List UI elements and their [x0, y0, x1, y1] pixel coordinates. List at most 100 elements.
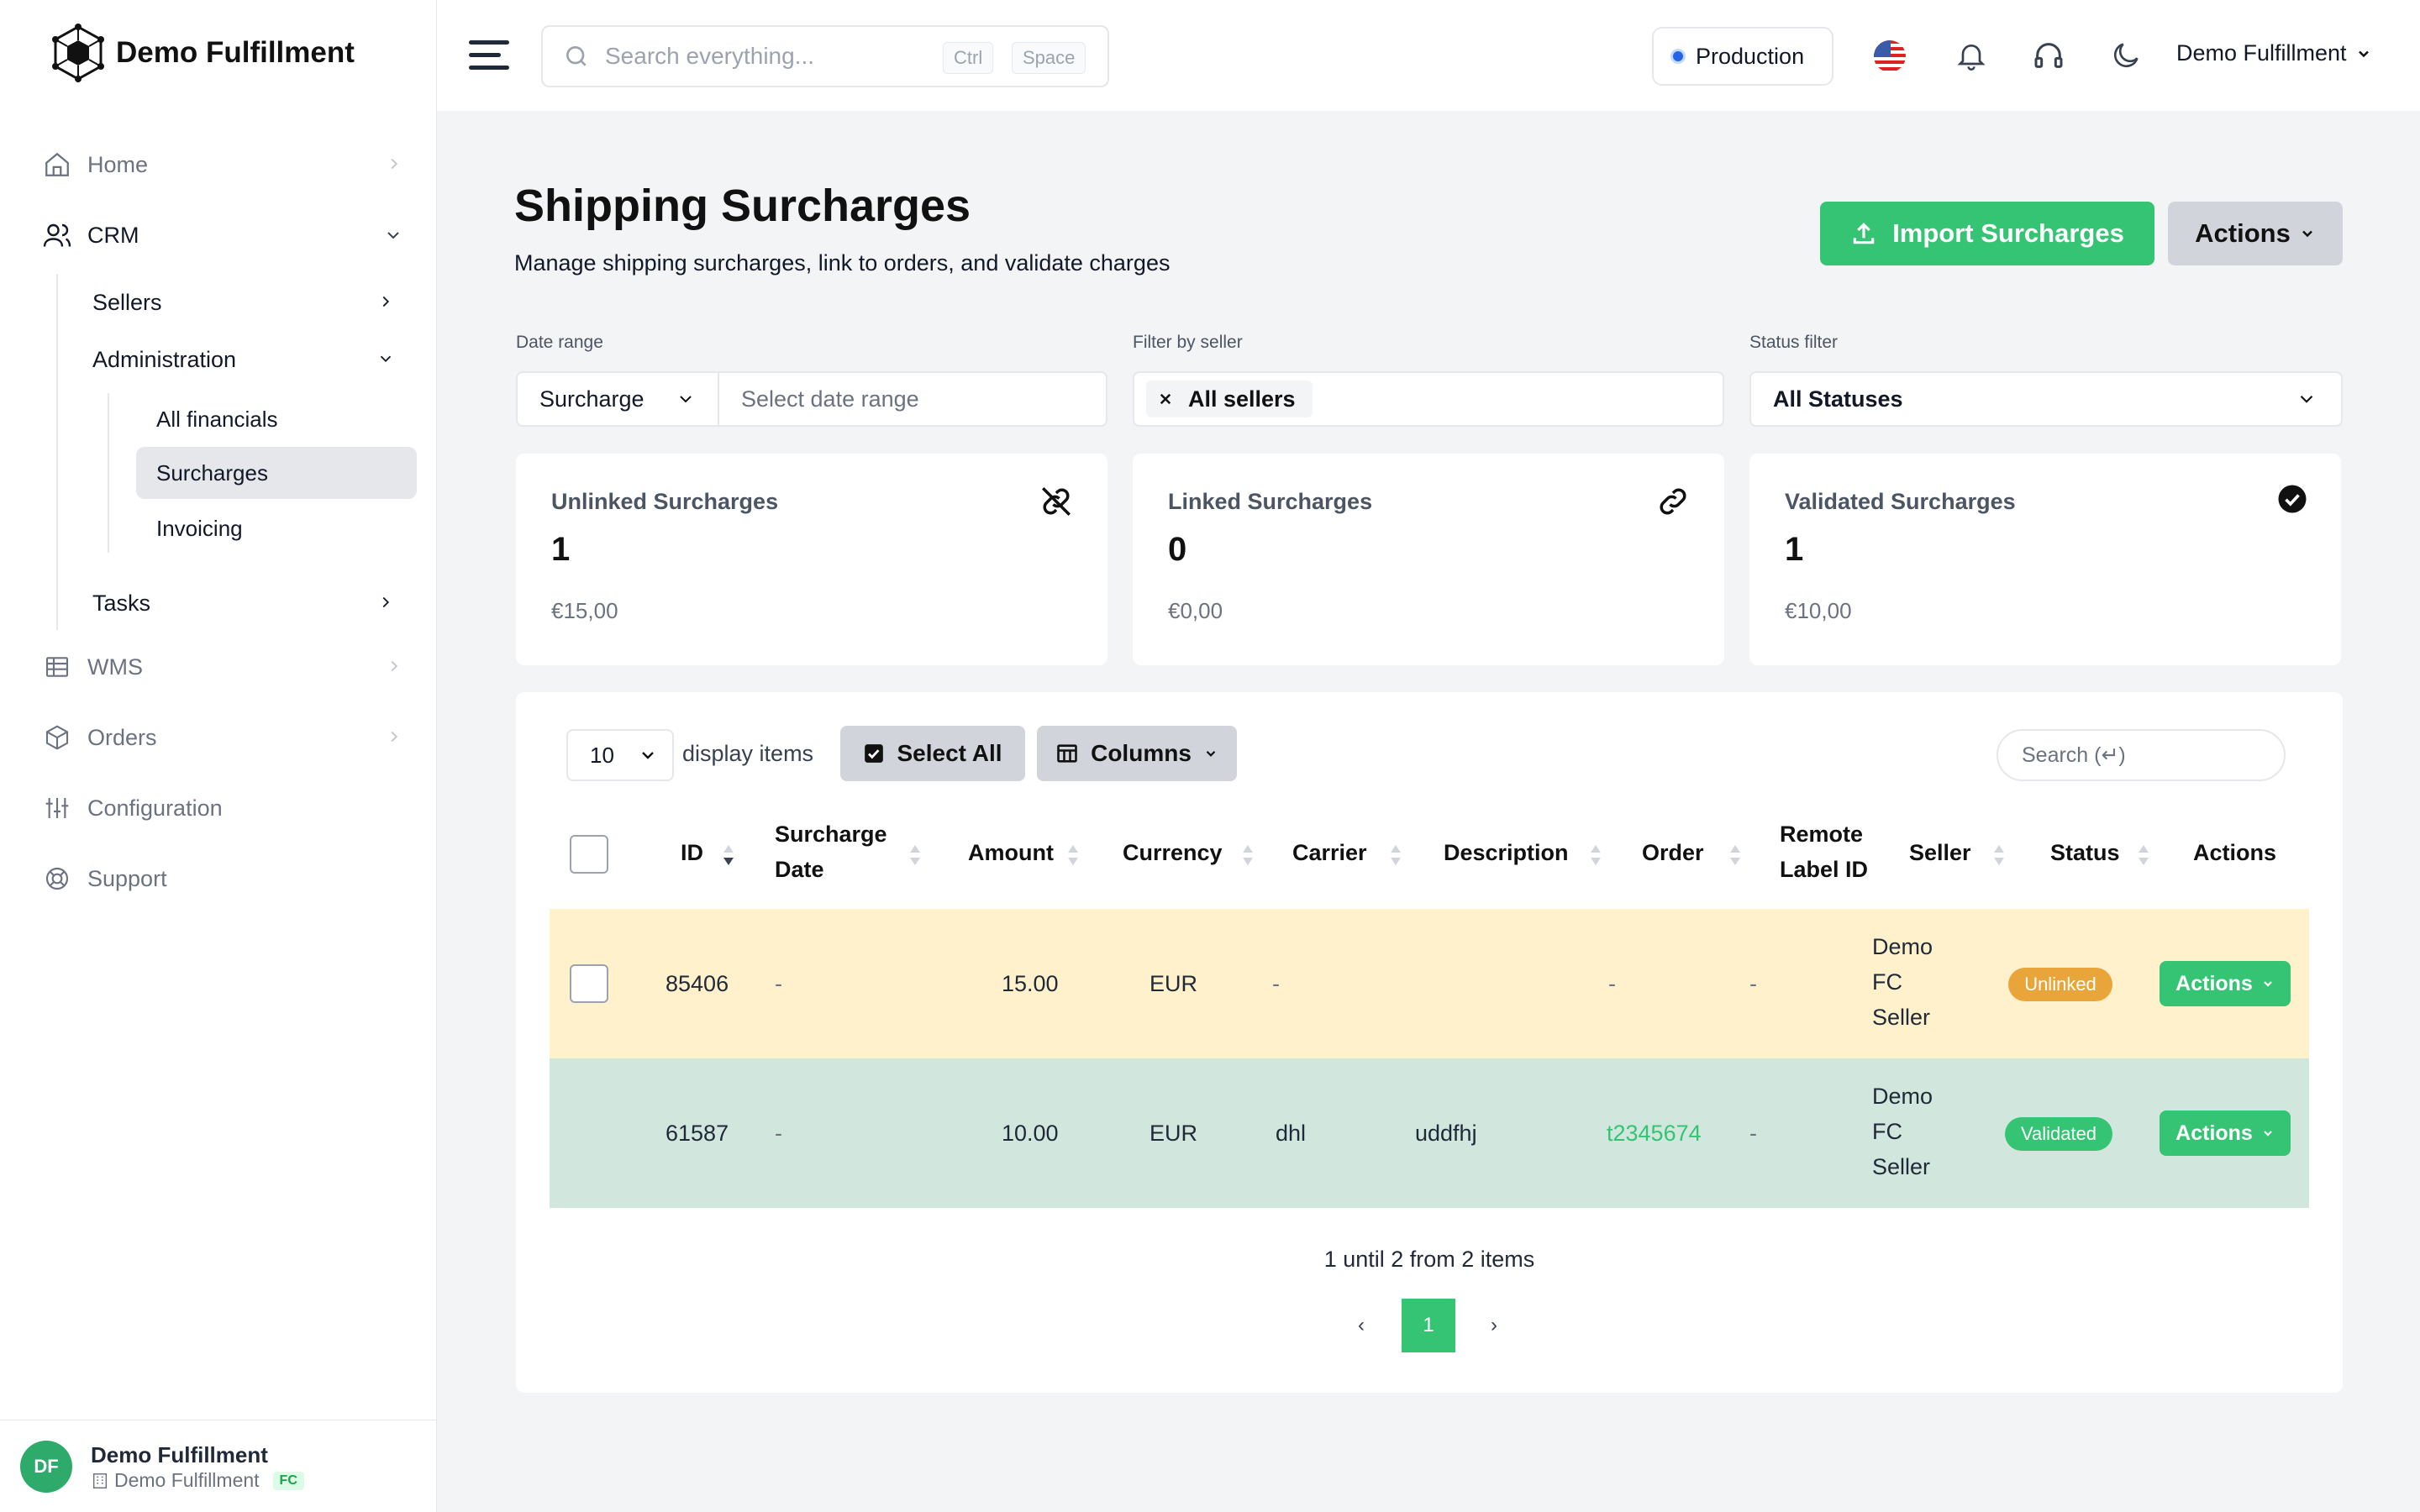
- sidebar-item-label: Tasks: [92, 590, 151, 616]
- profile-org: Demo Fulfillment FC: [91, 1469, 304, 1492]
- profile-name: Demo Fulfillment: [91, 1442, 268, 1467]
- date-type-select[interactable]: Surcharge: [518, 373, 719, 425]
- menu-toggle-button[interactable]: [469, 37, 511, 74]
- sort-icon[interactable]: [1067, 843, 1079, 867]
- seller-line: Demo: [1872, 1084, 1933, 1109]
- seller-filter[interactable]: All sellers: [1133, 371, 1724, 427]
- sidebar-item-crm[interactable]: CRM: [42, 210, 403, 260]
- column-header-amount[interactable]: Amount: [968, 835, 1054, 870]
- row-actions-button[interactable]: Actions: [2160, 1110, 2291, 1156]
- table-search-placeholder: Search (↵): [2022, 743, 2126, 767]
- column-header-status[interactable]: Status: [2050, 835, 2120, 870]
- checkbox-checked-icon: [863, 743, 885, 764]
- column-header-carrier[interactable]: Carrier: [1292, 835, 1367, 870]
- search-icon: [563, 43, 590, 70]
- page-size-select[interactable]: 10: [566, 729, 674, 781]
- import-label: Import Surcharges: [1892, 218, 2124, 248]
- sidebar-item-tasks[interactable]: Tasks: [92, 580, 412, 627]
- environment-label: Production: [1696, 43, 1805, 69]
- table-search-input[interactable]: Search (↵): [1996, 729, 2286, 781]
- sidebar-item-label: CRM: [87, 222, 139, 248]
- header-line: Label ID: [1780, 857, 1869, 882]
- cell-date: -: [775, 1121, 782, 1146]
- cell-currency: EUR: [1150, 1121, 1198, 1146]
- header-line: Date: [775, 857, 824, 882]
- chevron-down-icon: [2261, 977, 2275, 990]
- sort-icon[interactable]: [1390, 843, 1402, 867]
- column-header-id[interactable]: ID: [681, 835, 703, 870]
- seller-filter-label: Filter by seller: [1133, 333, 1243, 352]
- sidebar-item-label: Configuration: [87, 795, 223, 821]
- column-header-surcharge-date[interactable]: Surcharge Date: [775, 816, 887, 887]
- column-header-order[interactable]: Order: [1642, 835, 1704, 870]
- app-name: Demo Fulfillment: [116, 36, 355, 69]
- date-range-filter: Surcharge Select date range: [516, 371, 1107, 427]
- actions-label: Actions: [2195, 218, 2291, 248]
- sort-icon[interactable]: [1993, 843, 2005, 867]
- chevron-down-icon: [376, 349, 395, 368]
- row-actions-button[interactable]: Actions: [2160, 961, 2291, 1006]
- notifications-button[interactable]: [1954, 39, 1988, 72]
- sort-icon[interactable]: [1242, 843, 1254, 867]
- card-count: 1: [551, 531, 571, 568]
- row-checkbox[interactable]: [570, 964, 608, 1003]
- sidebar-item-sellers[interactable]: Sellers: [92, 279, 412, 326]
- support-button[interactable]: [2032, 39, 2065, 72]
- date-range-input[interactable]: Select date range: [719, 386, 919, 412]
- column-header-seller[interactable]: Seller: [1909, 835, 1971, 870]
- columns-button[interactable]: Columns: [1037, 726, 1237, 781]
- table-row[interactable]: 85406 - 15.00 EUR - - - Demo FC Seller U…: [550, 909, 2309, 1058]
- chevron-down-icon: [2355, 45, 2372, 62]
- sort-icon[interactable]: [2138, 843, 2149, 867]
- sidebar-item-invoicing[interactable]: Invoicing: [136, 502, 417, 554]
- card-amount: €15,00: [551, 598, 618, 623]
- sort-icon[interactable]: [1590, 843, 1602, 867]
- column-header-currency[interactable]: Currency: [1123, 835, 1223, 870]
- status-filter-label: Status filter: [1749, 333, 1839, 352]
- sidebar-item-home[interactable]: Home: [42, 139, 403, 190]
- card-count: 0: [1168, 531, 1187, 568]
- theme-toggle-button[interactable]: [2109, 39, 2143, 72]
- sidebar-item-all-financials[interactable]: All financials: [136, 393, 417, 445]
- user-profile[interactable]: DF Demo Fulfillment Demo Fulfillment FC: [0, 1420, 437, 1512]
- sidebar-item-administration[interactable]: Administration: [92, 336, 412, 383]
- seller-line: FC: [1872, 969, 1902, 995]
- language-flag-button[interactable]: [1872, 39, 1907, 74]
- table-row[interactable]: 61587 - 10.00 EUR dhl uddfhj t2345674 - …: [550, 1058, 2309, 1208]
- sort-desc-icon[interactable]: [723, 843, 734, 867]
- close-icon[interactable]: [1158, 391, 1173, 407]
- column-header-remote-label-id[interactable]: Remote Label ID: [1780, 816, 1868, 887]
- import-surcharges-button[interactable]: Import Surcharges: [1820, 202, 2154, 265]
- seller-line: Seller: [1872, 1154, 1931, 1179]
- sort-icon[interactable]: [1729, 843, 1741, 867]
- app-logo[interactable]: Demo Fulfillment: [49, 24, 355, 82]
- page-subtitle: Manage shipping surcharges, link to orde…: [514, 250, 1171, 276]
- sidebar-item-surcharges[interactable]: Surcharges: [136, 447, 417, 499]
- column-header-description[interactable]: Description: [1444, 835, 1569, 870]
- row-actions-label: Actions: [2175, 1121, 2253, 1145]
- seller-chip: All sellers: [1146, 381, 1313, 417]
- sidebar-item-configuration[interactable]: Configuration: [42, 783, 403, 833]
- shortcut-key-space: Space: [1012, 42, 1086, 74]
- sidebar-item-wms[interactable]: WMS: [42, 642, 403, 692]
- environment-selector[interactable]: Production: [1652, 27, 1833, 86]
- user-menu[interactable]: Demo Fulfillment: [2176, 40, 2372, 66]
- order-link[interactable]: t2345674: [1607, 1116, 1702, 1151]
- cell-remote-label-id: -: [1749, 1121, 1757, 1146]
- chevron-right-icon: [385, 657, 403, 675]
- cell-carrier: -: [1272, 971, 1280, 996]
- next-page-button[interactable]: ›: [1467, 1299, 1521, 1352]
- select-all-button[interactable]: Select All: [840, 726, 1025, 781]
- bell-icon: [1954, 39, 1988, 72]
- select-all-checkbox[interactable]: [570, 835, 608, 874]
- sidebar-item-orders[interactable]: Orders: [42, 712, 403, 763]
- page-actions-button[interactable]: Actions: [2168, 202, 2343, 265]
- sort-icon[interactable]: [909, 843, 921, 867]
- page-number-button[interactable]: 1: [1402, 1299, 1455, 1352]
- status-filter-select[interactable]: All Statuses: [1749, 371, 2343, 427]
- global-search-input[interactable]: Search everything... Ctrl Space: [541, 25, 1109, 87]
- top-header: Search everything... Ctrl Space Producti…: [437, 0, 2420, 111]
- sidebar-item-support[interactable]: Support: [42, 853, 403, 904]
- prev-page-button[interactable]: ‹: [1334, 1299, 1388, 1352]
- seller-line: Demo: [1872, 934, 1933, 959]
